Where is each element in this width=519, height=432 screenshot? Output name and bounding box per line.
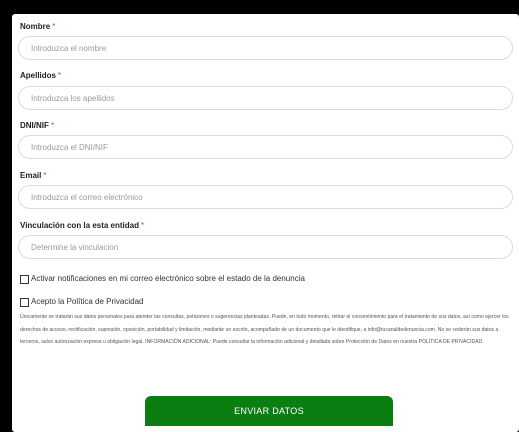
- vinculacion-label: Vinculación con la esta entidad *: [20, 221, 145, 230]
- required-mark: *: [141, 221, 145, 230]
- required-mark: *: [43, 171, 47, 180]
- privacy-checkbox[interactable]: [20, 298, 29, 307]
- notifications-checkbox[interactable]: [20, 275, 29, 284]
- apellidos-input[interactable]: Introduzca los apellidos: [18, 86, 513, 110]
- email-placeholder: Introduzca el correo electrónico: [31, 193, 143, 202]
- nombre-label: Nombre *: [20, 22, 56, 31]
- email-label: Email *: [20, 171, 47, 180]
- dni-label: DNI/NIF *: [20, 121, 55, 130]
- required-mark: *: [58, 71, 62, 80]
- notifications-checkbox-label: Activar notificaciones en mi correo elec…: [31, 274, 305, 283]
- nombre-input[interactable]: Introduzca el nombre: [18, 36, 513, 60]
- dni-input[interactable]: Introduzca el DNI/NIF: [18, 135, 513, 159]
- legal-notice: Únicamente se tratarán sus datos persona…: [20, 314, 509, 346]
- dni-placeholder: Introduzca el DNI/NIF: [31, 143, 108, 152]
- required-mark: *: [50, 121, 55, 130]
- vinculacion-select[interactable]: Determine la vinculacion: [18, 235, 513, 259]
- email-input[interactable]: Introduzca el correo electrónico: [18, 185, 513, 209]
- nombre-placeholder: Introduzca el nombre: [31, 44, 107, 53]
- submit-button[interactable]: ENVIAR DATOS: [145, 396, 393, 426]
- apellidos-label: Apellidos *: [20, 71, 62, 80]
- privacy-checkbox-label: Acepto la Política de Privacidad: [31, 297, 144, 306]
- vinculacion-placeholder: Determine la vinculacion: [31, 243, 119, 252]
- apellidos-placeholder: Introduzca los apellidos: [31, 94, 115, 103]
- required-mark: *: [52, 22, 56, 31]
- complaint-form: Nombre * Introduzca el nombre Apellidos * …: [12, 14, 519, 432]
